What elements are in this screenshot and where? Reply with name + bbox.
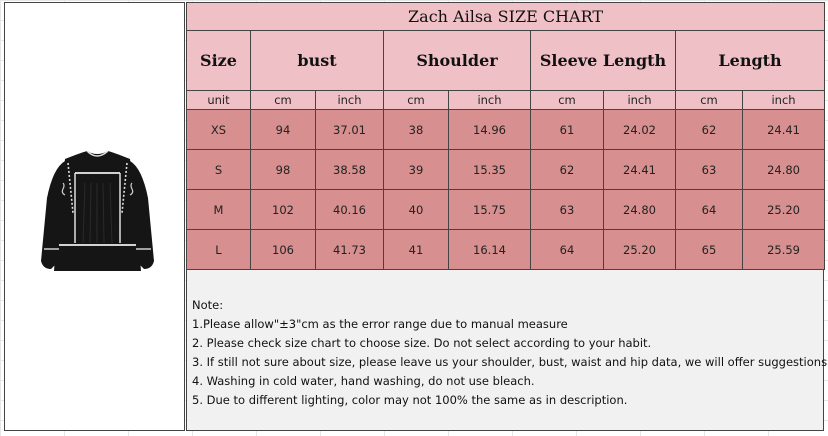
table-cell: 102 xyxy=(250,189,316,230)
unit-cell: unit xyxy=(186,90,251,110)
header-length: Length xyxy=(674,30,826,91)
size-label: M xyxy=(186,189,251,230)
note-item: 2. Please check size chart to choose siz… xyxy=(192,335,652,350)
unit-cell: inch xyxy=(603,90,676,110)
header-bust: bust xyxy=(250,30,384,91)
product-image xyxy=(41,150,154,271)
note-item: 4. Washing in cold water, hand washing, … xyxy=(192,373,535,388)
table-cell: 24.41 xyxy=(603,149,676,190)
table-row: XS 94 37.01 38 14.96 61 24.02 62 24.41 xyxy=(186,109,826,150)
table-cell: 63 xyxy=(530,189,604,230)
product-image-panel xyxy=(4,2,185,431)
table-cell: 63 xyxy=(675,149,743,190)
table-cell: 15.75 xyxy=(448,189,531,230)
units-row: unit cm inch cm inch cm inch cm inch xyxy=(186,90,826,110)
table-cell: 38.58 xyxy=(315,149,384,190)
table-cell: 16.14 xyxy=(448,229,531,270)
table-cell: 61 xyxy=(530,109,604,150)
unit-cell: cm xyxy=(250,90,316,110)
notes-panel: Note: 1.Please allow"±3"cm as the error … xyxy=(186,270,828,431)
table-cell: 62 xyxy=(675,109,743,150)
table-cell: 106 xyxy=(250,229,316,270)
table-cell: 40 xyxy=(383,189,449,230)
table-cell: 24.41 xyxy=(741,109,826,150)
table-cell: 24.02 xyxy=(603,109,676,150)
size-label: S xyxy=(186,149,251,190)
table-row: L 106 41.73 41 16.14 64 25.20 65 25.59 xyxy=(186,229,826,270)
table-cell: 64 xyxy=(530,229,604,270)
unit-cell: cm xyxy=(383,90,449,110)
unit-cell: inch xyxy=(315,90,384,110)
table-cell: 37.01 xyxy=(315,109,384,150)
notes-heading: Note: xyxy=(192,298,224,312)
header-shoulder: Shoulder xyxy=(383,30,531,91)
size-label: XS xyxy=(186,109,251,150)
table-cell: 25.20 xyxy=(603,229,676,270)
table-cell: 25.59 xyxy=(741,229,826,270)
table-cell: 41.73 xyxy=(315,229,384,270)
table-cell: 62 xyxy=(530,149,604,190)
table-row: M 102 40.16 40 15.75 63 24.80 64 25.20 xyxy=(186,189,826,230)
table-cell: 94 xyxy=(250,109,316,150)
table-cell: 98 xyxy=(250,149,316,190)
unit-cell: inch xyxy=(448,90,531,110)
unit-cell: inch xyxy=(741,90,826,110)
table-cell: 41 xyxy=(383,229,449,270)
header-size: Size xyxy=(186,30,251,91)
size-chart-table: Zach Ailsa SIZE CHART Size bust Shoulder… xyxy=(185,2,826,270)
table-row: S 98 38.58 39 15.35 62 24.41 63 24.80 xyxy=(186,149,826,190)
table-cell: 40.16 xyxy=(315,189,384,230)
table-cell: 14.96 xyxy=(448,109,531,150)
table-cell: 64 xyxy=(675,189,743,230)
unit-cell: cm xyxy=(530,90,604,110)
table-cell: 15.35 xyxy=(448,149,531,190)
header-row: Size bust Shoulder Sleeve Length Length xyxy=(186,30,826,91)
note-item: 5. Due to different lighting, color may … xyxy=(192,392,628,407)
table-cell: 24.80 xyxy=(741,149,826,190)
table-cell: 39 xyxy=(383,149,449,190)
note-item: 1.Please allow"±3"cm as the error range … xyxy=(192,316,568,331)
table-cell: 24.80 xyxy=(603,189,676,230)
table-cell: 25.20 xyxy=(741,189,826,230)
header-sleeve-length: Sleeve Length xyxy=(530,30,676,91)
table-cell: 65 xyxy=(675,229,743,270)
note-item: 3. If still not sure about size, please … xyxy=(192,354,828,369)
unit-cell: cm xyxy=(675,90,743,110)
chart-title: Zach Ailsa SIZE CHART xyxy=(185,2,826,31)
table-cell: 38 xyxy=(383,109,449,150)
size-label: L xyxy=(186,229,251,270)
